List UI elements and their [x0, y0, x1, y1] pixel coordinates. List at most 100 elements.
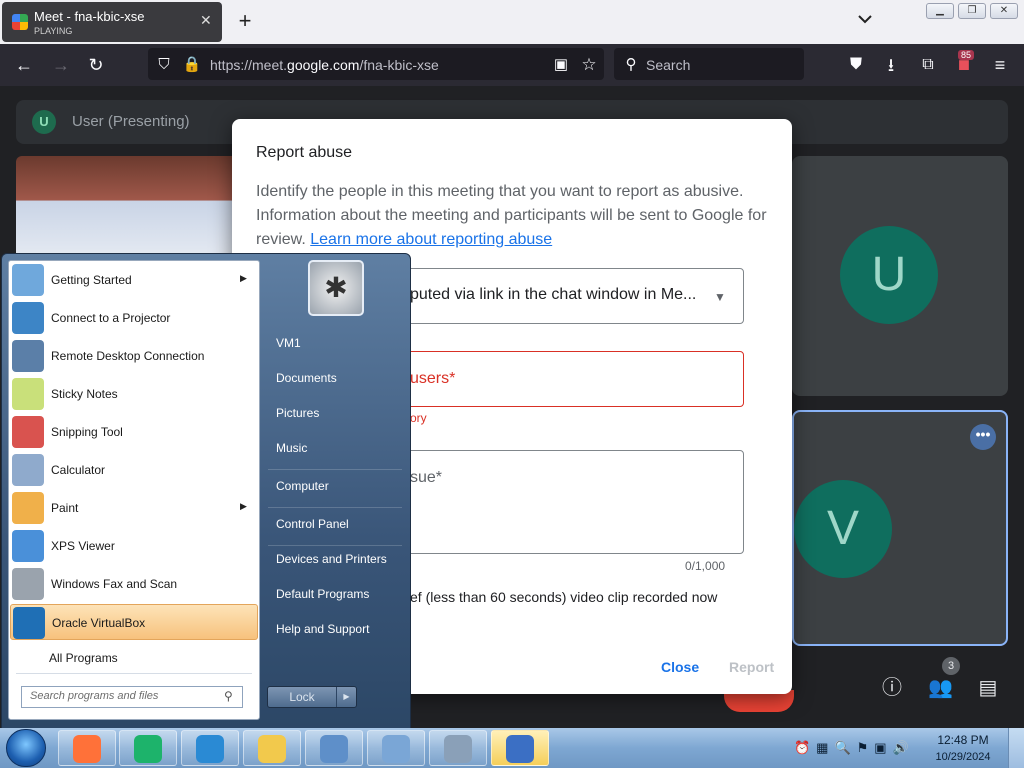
clock-date[interactable]: 10/29/2024 — [928, 751, 998, 763]
start-place-item[interactable]: Documents — [276, 371, 337, 385]
abusers-error: ory — [410, 411, 427, 425]
taskbar-button-firefox[interactable] — [58, 730, 116, 766]
restore-button[interactable]: ❐ — [958, 3, 986, 19]
start-place-item[interactable]: Default Programs — [276, 587, 369, 601]
program-label: Getting Started — [51, 273, 132, 287]
start-place-item[interactable]: Control Panel — [276, 517, 349, 531]
program-item[interactable]: Snipping Tool — [10, 414, 258, 450]
submenu-arrow-icon[interactable]: ▶ — [240, 501, 247, 512]
learn-more-link[interactable]: Learn more about reporting abuse — [310, 231, 552, 248]
menu-hamburger-icon[interactable]: ≡ — [989, 54, 1011, 76]
program-item[interactable]: Paint ▶ — [10, 490, 258, 526]
presentation-thumbnail[interactable] — [16, 156, 248, 266]
start-place-item[interactable]: Devices and Printers — [276, 552, 387, 566]
search-box[interactable] — [614, 48, 804, 80]
program-item[interactable]: Connect to a Projector — [10, 300, 258, 336]
taskbar-button-file-explorer[interactable] — [243, 730, 301, 766]
dialog-title: Report abuse — [256, 144, 353, 161]
shield-icon[interactable]: ⛉ — [153, 54, 175, 76]
program-item[interactable]: Windows Fax and Scan — [10, 566, 258, 602]
abusers-label: users* — [410, 370, 456, 387]
start-button-icon[interactable] — [6, 729, 46, 767]
lock-label: Lock — [289, 690, 315, 704]
scissors-icon — [12, 416, 44, 448]
report-button[interactable]: Report — [729, 659, 774, 675]
extensions-icon[interactable]: ⧉ — [917, 54, 939, 76]
chat-icon[interactable]: ▤ — [976, 676, 1000, 700]
taskbar-button-network-app[interactable] — [367, 730, 425, 766]
participant-avatar: V — [794, 480, 892, 578]
minimize-button[interactable]: ▁ — [926, 3, 954, 19]
places-divider — [268, 545, 402, 546]
clock-time[interactable]: 12:48 PM — [928, 733, 998, 747]
search-placeholder: Search — [646, 57, 691, 73]
start-place-item[interactable]: Pictures — [276, 406, 319, 420]
all-programs-item[interactable]: All Programs — [49, 651, 118, 665]
program-label: Windows Fax and Scan — [51, 577, 178, 591]
program-item[interactable]: Sticky Notes — [10, 376, 258, 412]
submenu-arrow-icon[interactable]: ▶ — [240, 273, 247, 284]
lock-button[interactable]: Lock ▶ — [267, 686, 357, 708]
sticky-notes-icon — [12, 378, 44, 410]
places-divider — [268, 507, 402, 508]
tab-list-chevron-icon[interactable] — [856, 10, 874, 28]
taskbar-button-app-green[interactable] — [119, 730, 177, 766]
virtualbox-icon — [13, 607, 45, 639]
clip-checkbox-label[interactable]: ef (less than 60 seconds) video clip rec… — [410, 589, 717, 605]
issue-textarea[interactable] — [380, 450, 744, 554]
people-icon[interactable]: 👥 — [928, 676, 953, 700]
document-app-icon — [320, 735, 348, 763]
info-icon[interactable]: ⓘ — [880, 676, 904, 700]
participant-tile-u[interactable]: U — [792, 156, 1008, 396]
remote-desktop-icon — [12, 340, 44, 372]
program-label: Sticky Notes — [51, 387, 118, 401]
program-item[interactable]: Getting Started ▶ — [10, 262, 258, 298]
taskbar-button-computer-app[interactable] — [429, 730, 487, 766]
lock-icon[interactable]: 🔒 — [181, 54, 203, 76]
start-place-item[interactable]: Music — [276, 441, 307, 455]
program-label: Calculator — [51, 463, 106, 477]
window-close-button[interactable]: ✕ — [990, 3, 1018, 19]
file-explorer-icon — [258, 735, 286, 763]
reload-icon[interactable]: ↻ — [85, 54, 107, 76]
user-picture-icon[interactable]: ✱ — [308, 260, 364, 316]
char-counter: 0/1,000 — [685, 559, 726, 573]
security-shield-icon — [506, 735, 534, 763]
start-place-item[interactable]: VM1 — [276, 336, 301, 350]
program-item[interactable]: Oracle VirtualBox — [10, 604, 258, 640]
show-desktop-button[interactable] — [1008, 728, 1024, 768]
paint-icon — [12, 492, 44, 524]
program-label: Oracle VirtualBox — [52, 616, 146, 630]
program-item[interactable]: Calculator — [10, 452, 258, 488]
program-item[interactable]: XPS Viewer — [10, 528, 258, 564]
url-text[interactable]: https://meet.google.com/fna-kbic-xse — [210, 57, 439, 73]
permissions-icon[interactable]: ▣ — [550, 54, 572, 76]
back-arrow-icon[interactable]: ← — [13, 54, 35, 76]
download-icon[interactable]: ⭳ — [880, 54, 902, 76]
tab-status: PLAYING — [34, 26, 73, 36]
new-tab-button[interactable]: + — [234, 8, 256, 34]
taskbar-button-internet-explorer[interactable] — [181, 730, 239, 766]
start-place-item[interactable]: Computer — [276, 479, 329, 493]
app-green-icon — [134, 735, 162, 763]
browser-tab-meet[interactable]: Meet - fna-kbic-xse PLAYING ✕ — [2, 2, 222, 42]
start-menu-divider — [16, 673, 252, 674]
forward-arrow-icon[interactable]: → — [50, 54, 72, 76]
tab-close-icon[interactable]: ✕ — [200, 12, 212, 29]
lock-options-arrow-icon[interactable]: ▶ — [336, 687, 356, 707]
bookmark-star-icon[interactable]: ☆ — [578, 54, 600, 76]
program-label: Paint — [51, 501, 79, 515]
pocket-icon[interactable]: ⛊ — [845, 54, 867, 76]
close-button[interactable]: Close — [661, 659, 699, 675]
more-options-button[interactable]: ••• — [970, 424, 996, 450]
program-item[interactable]: Remote Desktop Connection — [10, 338, 258, 374]
search-icon[interactable]: ⚲ — [224, 689, 233, 703]
taskbar-button-security-shield[interactable] — [491, 730, 549, 766]
mouse-cursor — [15, 644, 23, 662]
taskbar-button-document-app[interactable] — [305, 730, 363, 766]
dropdown-arrow-icon[interactable]: ▼ — [714, 290, 726, 304]
search-icon: ⚲ — [625, 56, 637, 73]
system-tray-icons[interactable]: ⏰▦🔍⚑▣🔊 — [794, 740, 915, 756]
start-place-item[interactable]: Help and Support — [276, 622, 369, 636]
presenter-avatar: U — [32, 110, 56, 134]
